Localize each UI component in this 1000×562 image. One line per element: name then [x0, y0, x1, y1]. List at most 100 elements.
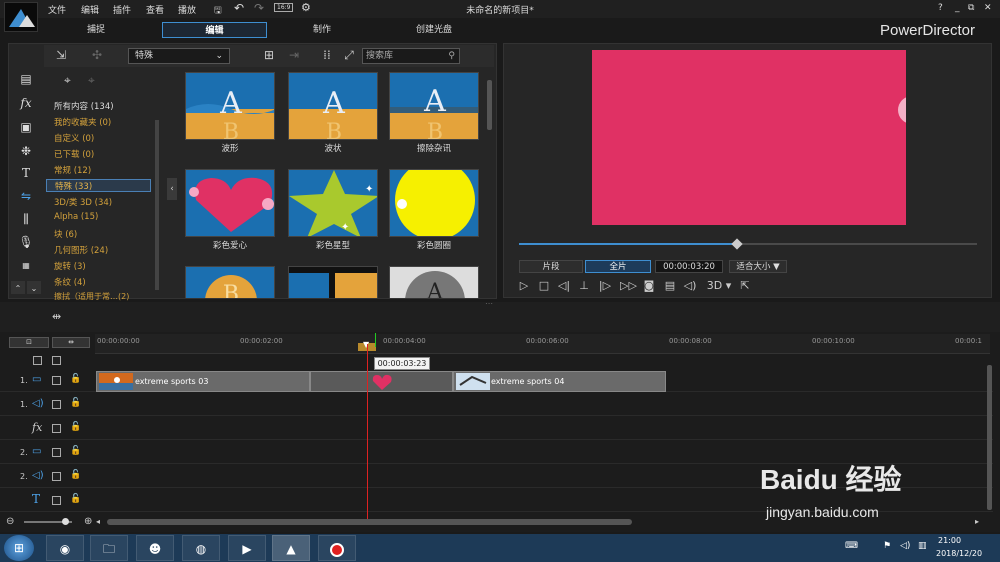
category-item[interactable]: Alpha (15) [54, 212, 98, 222]
category-item[interactable]: 擦拭（适用于常…(2) [54, 291, 129, 302]
category-item[interactable]: 已下载 (0) [54, 148, 94, 160]
qq-icon[interactable]: ☻ [136, 535, 174, 561]
tag-add-icon[interactable]: ⌖ [64, 73, 71, 88]
category-item[interactable]: 块 (6) [54, 228, 77, 240]
track-enable-checkbox[interactable] [52, 496, 61, 505]
transition-clip[interactable] [310, 371, 453, 392]
category-dropdown[interactable]: 特殊 ⌄ [128, 48, 230, 64]
help-button[interactable]: ? [938, 3, 943, 13]
subtitle-icon[interactable]: ▤ [663, 279, 677, 293]
category-item[interactable]: 我的收藏夹 (0) [54, 116, 111, 128]
chapter-room-icon[interactable]: ▦ [16, 258, 36, 274]
search-input[interactable]: 搜索库 ⚲ [362, 48, 460, 64]
transition-thumb-noise[interactable]: AB [389, 72, 479, 140]
transition-thumb-hearts[interactable] [185, 169, 275, 237]
tray-volume-icon[interactable]: ◁) [900, 541, 910, 551]
playhead-line[interactable] [367, 344, 368, 519]
tag-remove-icon[interactable]: ⌖ [88, 73, 95, 88]
category-item[interactable]: 几何图形 (24) [54, 244, 108, 256]
tray-network-icon[interactable]: ▥ [918, 541, 927, 551]
particle-room-icon[interactable]: ❉ [16, 143, 36, 159]
all-tracks-checkbox[interactable] [52, 356, 61, 365]
category-item[interactable]: 所有内容 (134) [54, 100, 114, 112]
category-item[interactable]: 自定义 (0) [54, 132, 94, 144]
expand-up-icon[interactable]: ⌃ [11, 281, 25, 294]
tab-produce[interactable]: 制作 [290, 22, 354, 38]
split-icon[interactable]: ⊥ [577, 279, 591, 293]
transition-thumb-spotlight[interactable]: A [389, 266, 479, 298]
play-icon[interactable]: ▷ [517, 279, 531, 293]
start-button-icon[interactable]: ⊞ [4, 535, 34, 561]
clip-mode-button[interactable]: 片段 [519, 260, 583, 273]
menu-edit[interactable]: 编辑 [81, 3, 99, 16]
stop-icon[interactable]: □ [537, 279, 551, 293]
menu-view[interactable]: 查看 [146, 3, 164, 16]
tab-create-disc[interactable]: 创建光盘 [398, 22, 470, 38]
undock-icon[interactable]: ⇱ [738, 279, 752, 293]
storyboard-view-button[interactable]: ⊡ [9, 337, 49, 348]
category-item[interactable]: 3D/类 3D (34) [54, 196, 112, 208]
category-item-selected[interactable]: 特殊 (33) [46, 179, 151, 192]
track-enable-checkbox[interactable] [52, 376, 61, 385]
menu-plugins[interactable]: 插件 [113, 3, 131, 16]
settings-gear-icon[interactable]: ⚙ [301, 1, 311, 14]
previous-frame-icon[interactable]: ◁| [557, 279, 571, 293]
media-app-icon[interactable]: ▶ [228, 535, 266, 561]
transition-thumb-stars[interactable]: ✦ ✦ [288, 169, 378, 237]
volume-icon[interactable]: ◁) [683, 279, 697, 293]
video-clip[interactable]: extreme sports 03 [96, 371, 310, 392]
lock-icon[interactable]: 🔓 [70, 374, 81, 384]
resize-handle-icon[interactable]: ⋯ [485, 299, 493, 308]
lock-icon[interactable]: 🔓 [70, 422, 81, 432]
lock-icon[interactable]: 🔓 [70, 398, 81, 408]
tab-edit[interactable]: 编辑 [162, 22, 267, 38]
scroll-left-icon[interactable]: ◂ [96, 517, 100, 526]
transition-thumb-film[interactable] [288, 266, 378, 298]
grid-view-icon[interactable]: ⁞⁞ [320, 48, 334, 62]
transition-thumb-ripple[interactable]: AB [288, 72, 378, 140]
search-icon[interactable]: ⚲ [448, 49, 455, 63]
expand-down-icon[interactable]: ⌄ [27, 281, 41, 294]
category-item[interactable]: 条纹 (4) [54, 276, 86, 288]
transition-thumb-coin[interactable]: B [185, 266, 275, 298]
3d-toggle[interactable]: 3D ▾ [704, 279, 734, 293]
fullscreen-icon[interactable]: ⤢ [342, 48, 356, 62]
category-item[interactable]: 旋转 (3) [54, 260, 86, 272]
clock-date[interactable]: 2018/12/20 [936, 549, 982, 558]
firefox-icon[interactable]: ◍ [182, 535, 220, 561]
record-app-icon[interactable] [318, 535, 356, 561]
add-to-timeline-icon[interactable]: ⊞ [262, 48, 276, 62]
zoom-slider-handle[interactable] [62, 518, 69, 525]
fx-room-icon[interactable]: fx [16, 95, 36, 111]
maximize-button[interactable]: ⧉ [968, 3, 974, 13]
powerdirector-taskbar-icon[interactable]: ▲ [272, 535, 310, 561]
pip-room-icon[interactable]: ▣ [16, 119, 36, 135]
menu-file[interactable]: 文件 [48, 3, 66, 16]
movie-mode-button[interactable]: 全片 [585, 260, 651, 273]
track-enable-checkbox[interactable] [52, 400, 61, 409]
media-room-icon[interactable]: ▤ [16, 71, 36, 87]
thumb-scrollbar[interactable] [487, 80, 492, 130]
lock-icon[interactable]: 🔓 [70, 470, 81, 480]
tray-flag-icon[interactable]: ⚑ [883, 541, 891, 551]
aspect-ratio-icon[interactable]: 16:9 [274, 3, 294, 12]
category-scrollbar[interactable] [155, 120, 159, 290]
lock-icon[interactable]: 🔓 [70, 494, 81, 504]
close-button[interactable]: ✕ [984, 3, 992, 13]
timeline-view-button[interactable]: ⇹ [52, 337, 90, 348]
save-icon[interactable]: 🖫 [214, 3, 222, 19]
next-frame-icon[interactable]: |▷ [598, 279, 612, 293]
zoom-fit-dropdown[interactable]: 适合大小 ▼ [729, 260, 787, 273]
collapse-panel-icon[interactable]: ‹ [167, 178, 177, 200]
video-clip[interactable]: extreme sports 04 [453, 371, 666, 392]
app-360-icon[interactable]: ◉ [46, 535, 84, 561]
tray-keyboard-icon[interactable]: ⌨ [845, 541, 858, 551]
audio-mixing-icon[interactable]: ⫼ [16, 211, 36, 227]
minimize-button[interactable]: _ [955, 3, 960, 13]
undo-icon[interactable]: ↶ [234, 1, 244, 15]
transition-thumb-circles[interactable] [389, 169, 479, 237]
snapshot-icon[interactable]: ◙ [642, 279, 656, 293]
transition-room-icon[interactable]: ⇋ [16, 188, 36, 204]
transition-thumb-wave[interactable]: AB [185, 72, 275, 140]
clock-time[interactable]: 21:00 [938, 536, 961, 545]
